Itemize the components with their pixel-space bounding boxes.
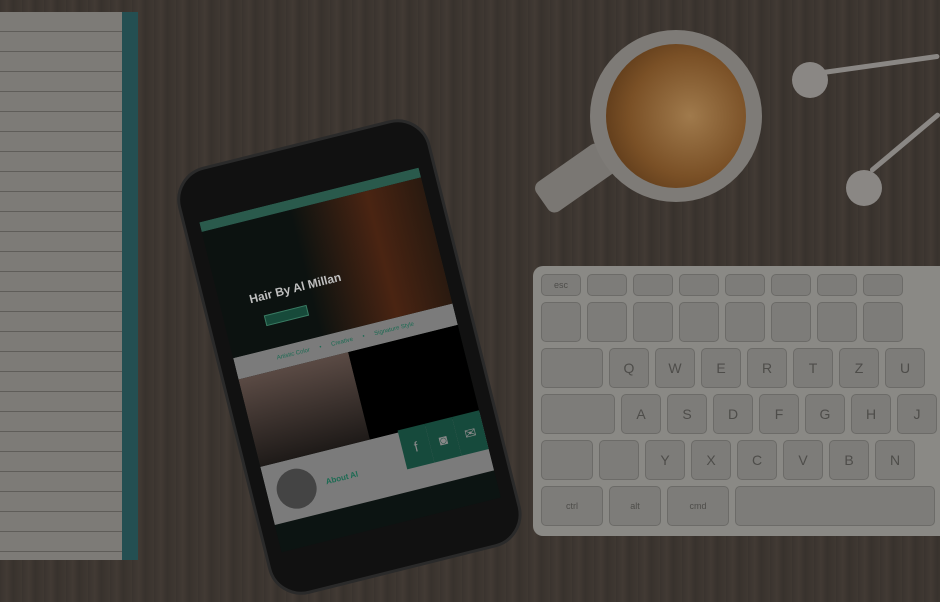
key [679, 302, 719, 342]
key: D [713, 394, 753, 434]
notebook-pages [0, 12, 122, 560]
key [725, 302, 765, 342]
coffee-cup [590, 30, 762, 202]
key: N [875, 440, 915, 480]
key: F [759, 394, 799, 434]
key [771, 302, 811, 342]
key-tab [541, 348, 603, 388]
key [633, 274, 673, 296]
key [587, 302, 627, 342]
key [771, 274, 811, 296]
key: U [885, 348, 925, 388]
key [541, 302, 581, 342]
key-shift [541, 440, 593, 480]
key [817, 302, 857, 342]
key: alt [609, 486, 661, 526]
earbud-left [792, 62, 828, 98]
key [817, 274, 857, 296]
keyboard: esc QWERTZU ASDFGHJ YXCVBN ctrl alt cmd [533, 266, 940, 536]
site-title: Hair By Al Millan [247, 269, 343, 307]
about-heading: About Al [324, 469, 359, 486]
key [633, 302, 673, 342]
smartphone: Hair By Al Millan Artistic Color • Creati… [170, 112, 529, 602]
appointment-button [263, 304, 310, 327]
key: V [783, 440, 823, 480]
coffee [606, 44, 746, 188]
key: cmd [667, 486, 729, 526]
earbud-right [846, 170, 882, 206]
earbud-cable [868, 111, 940, 174]
tag: Artistic Color [276, 347, 311, 362]
key-space [735, 486, 935, 526]
key: R [747, 348, 787, 388]
earbud-cable [820, 53, 940, 76]
tag: Signature Style [373, 321, 415, 338]
notebook [0, 12, 138, 560]
key [599, 440, 639, 480]
key: Q [609, 348, 649, 388]
phone-screen: Hair By Al Millan Artistic Color • Creati… [199, 167, 501, 553]
key [679, 274, 719, 296]
avatar [272, 464, 321, 513]
key: J [897, 394, 937, 434]
key: W [655, 348, 695, 388]
key: Z [839, 348, 879, 388]
key [725, 274, 765, 296]
key: esc [541, 274, 581, 296]
key: C [737, 440, 777, 480]
key: H [851, 394, 891, 434]
key: G [805, 394, 845, 434]
key [587, 274, 627, 296]
tag: Creative [330, 336, 354, 348]
key: E [701, 348, 741, 388]
key: T [793, 348, 833, 388]
key [863, 274, 903, 296]
key: ctrl [541, 486, 603, 526]
key-caps [541, 394, 615, 434]
key: Y [645, 440, 685, 480]
key: S [667, 394, 707, 434]
key: X [691, 440, 731, 480]
key [863, 302, 903, 342]
key: B [829, 440, 869, 480]
key: A [621, 394, 661, 434]
